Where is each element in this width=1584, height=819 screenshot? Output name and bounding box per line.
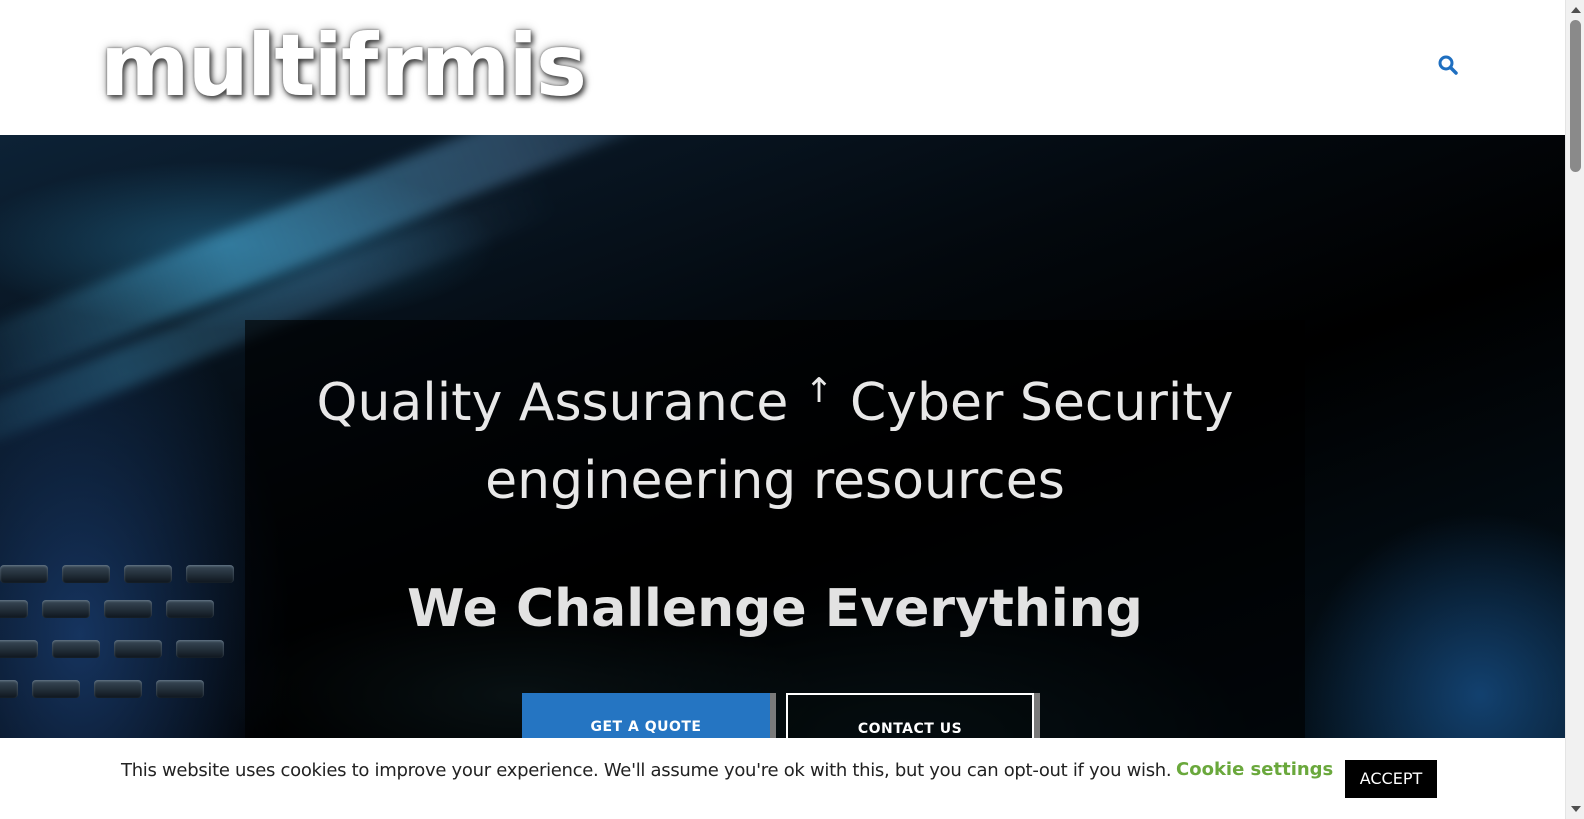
hero-heading-line2: engineering resources	[485, 451, 1065, 511]
scroll-down-arrow-icon[interactable]	[1571, 806, 1581, 812]
keyboard-keys-decor	[0, 565, 260, 583]
keyboard-keys-decor	[0, 600, 240, 618]
up-arrow-icon: ↑	[804, 371, 834, 411]
hero-heading: Quality Assurance ↑ Cyber Security engin…	[245, 352, 1305, 520]
keyboard-keys-decor	[0, 640, 250, 658]
hero-subheading: We Challenge Everything	[407, 579, 1143, 639]
scroll-up-arrow-icon[interactable]	[1571, 7, 1581, 13]
keyboard-keys-decor	[0, 680, 230, 698]
site-header: multif rmis	[0, 0, 1565, 135]
hero-heading-part1: Quality Assurance	[316, 373, 789, 433]
hero-heading-part2: Cyber Security	[849, 373, 1234, 433]
scrollbar-thumb[interactable]	[1570, 20, 1581, 172]
logo-text-left: multif	[100, 16, 378, 116]
page-scrollbar[interactable]	[1565, 0, 1584, 819]
accept-cookies-button[interactable]: ACCEPT	[1345, 760, 1437, 798]
cookie-settings-link[interactable]: Cookie settings	[1176, 759, 1333, 780]
logo[interactable]: multif rmis	[100, 14, 587, 118]
cookie-consent-bar: This website uses cookies to improve you…	[0, 738, 1565, 819]
logo-text-right: rmis	[380, 16, 587, 116]
cookie-message: This website uses cookies to improve you…	[121, 760, 1172, 781]
search-icon[interactable]	[1437, 54, 1461, 78]
